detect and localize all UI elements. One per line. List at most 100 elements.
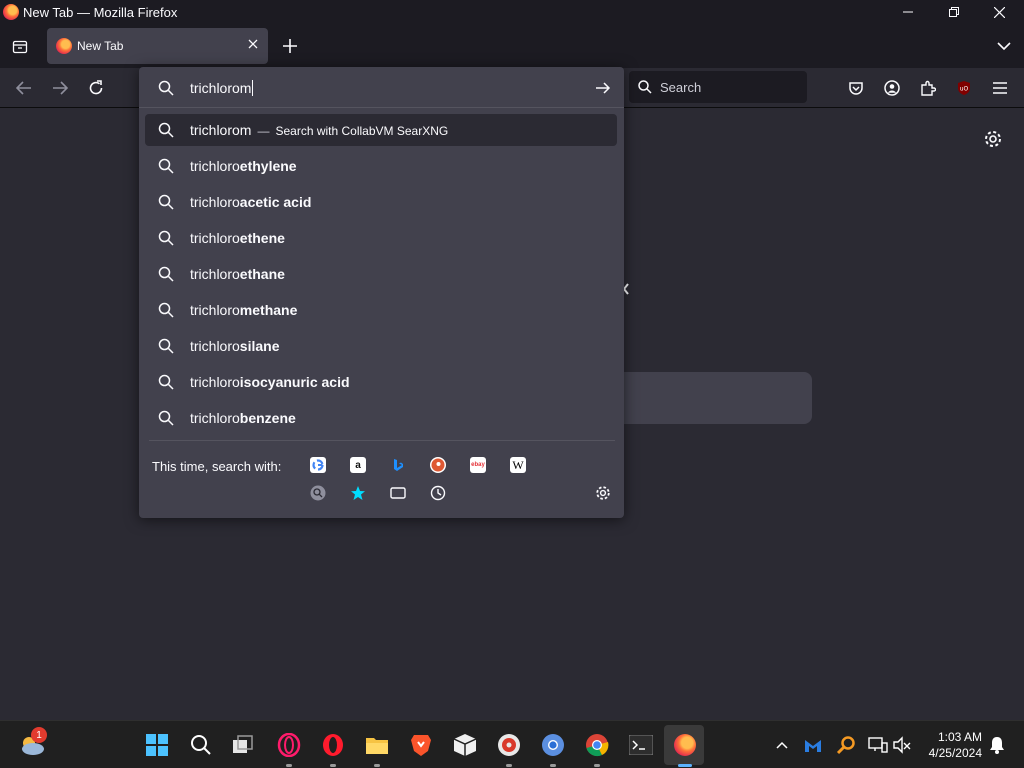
search-icon	[638, 80, 652, 94]
search-icon	[158, 194, 174, 210]
chevron-down-icon	[997, 42, 1011, 51]
close-icon	[993, 6, 1005, 18]
tab-label: New Tab	[77, 39, 124, 53]
opera-gx-icon	[277, 733, 301, 757]
back-button[interactable]	[14, 78, 34, 98]
tabs-icon[interactable]	[390, 485, 406, 501]
bing-icon[interactable]	[390, 457, 406, 473]
suggestion-text: trichloroethane	[190, 266, 285, 282]
searxng-icon[interactable]	[310, 485, 326, 501]
list-all-tabs-button[interactable]	[10, 36, 30, 56]
amazon-icon[interactable]: a	[350, 457, 366, 473]
plus-icon	[283, 39, 297, 53]
speaker-muted-icon	[893, 736, 911, 754]
clock-date: 4/25/2024	[928, 746, 982, 760]
wikipedia-icon[interactable]: W	[510, 457, 526, 473]
heuristic-text: trichlorom	[190, 122, 252, 138]
restore-button[interactable]	[931, 0, 977, 24]
opera-app[interactable]	[321, 733, 345, 757]
task-view-button[interactable]	[231, 733, 255, 757]
minimize-button[interactable]	[885, 0, 931, 24]
running-indicator	[330, 764, 336, 767]
ebay-icon[interactable]: ebay	[470, 457, 486, 473]
search-settings-button[interactable]	[595, 485, 611, 501]
extensions-button[interactable]	[918, 78, 938, 98]
popup-divider	[149, 440, 615, 441]
urlbar-heuristic-result[interactable]: trichlorom — Search with CollabVM SearXNG	[145, 114, 617, 146]
search-suggestion[interactable]: trichloroethylene	[145, 150, 617, 182]
bookmarks-icon[interactable]	[350, 485, 366, 501]
search-tray-icon[interactable]	[834, 733, 858, 757]
search-suggestion[interactable]: trichlorobenzene	[145, 402, 617, 434]
running-indicator	[506, 764, 512, 767]
network-tray-icon[interactable]	[866, 733, 890, 757]
search-icon	[158, 266, 174, 282]
svg-text:uO: uO	[960, 86, 969, 93]
folder-icon	[366, 738, 388, 754]
account-button[interactable]	[882, 78, 902, 98]
opera-gx-app[interactable]	[277, 733, 301, 757]
close-tab-button[interactable]	[248, 36, 258, 52]
search-icon	[158, 230, 174, 246]
new-tab-button[interactable]	[280, 36, 300, 56]
suggestion-prefix: trichloro	[190, 374, 240, 390]
duckduckgo-icon[interactable]	[430, 457, 446, 473]
show-hidden-icons-button[interactable]	[770, 733, 794, 757]
firefox-app[interactable]	[673, 733, 697, 757]
media-player-app[interactable]	[497, 733, 521, 757]
malwarebytes-tray-icon[interactable]	[801, 733, 825, 757]
forward-arrow-icon	[53, 81, 68, 95]
suggestion-prefix: trichloro	[190, 302, 240, 318]
forward-button[interactable]	[50, 78, 70, 98]
suggestion-text: trichloromethane	[190, 302, 297, 318]
terminal-app[interactable]	[629, 733, 653, 757]
window-title: New Tab — Mozilla Firefox	[23, 5, 178, 20]
search-suggestion[interactable]: trichlorosilane	[145, 330, 617, 362]
start-button[interactable]	[145, 733, 169, 757]
urlbar-input[interactable]: trichlorom	[139, 67, 624, 108]
media-player-icon	[498, 734, 520, 756]
search-icon	[158, 410, 174, 426]
active-indicator	[678, 764, 692, 767]
brave-app[interactable]	[409, 733, 433, 757]
search-bar[interactable]: Search	[629, 71, 807, 103]
bell-icon	[990, 737, 1004, 754]
app-menu-button[interactable]	[990, 78, 1010, 98]
close-window-button[interactable]	[976, 0, 1022, 24]
reload-icon	[89, 80, 103, 95]
search-suggestion[interactable]: trichloroacetic acid	[145, 186, 617, 218]
search-suggestion[interactable]: trichloroethane	[145, 258, 617, 290]
chromium-app[interactable]	[541, 733, 565, 757]
pocket-button[interactable]	[846, 78, 866, 98]
history-icon[interactable]	[430, 485, 446, 501]
suggestion-prefix: trichloro	[190, 410, 240, 426]
ublock-origin-button[interactable]: uO	[954, 78, 974, 98]
reload-button[interactable]	[86, 78, 106, 98]
tab-new-tab[interactable]: New Tab	[47, 28, 268, 64]
suggestion-completion: isocyanuric acid	[239, 374, 350, 390]
tab-list-dropdown-button[interactable]	[994, 36, 1014, 56]
clock-time: 1:03 AM	[937, 730, 982, 744]
chrome-app[interactable]	[585, 733, 609, 757]
firefox-logo-icon	[3, 4, 19, 20]
new-tab-settings-button[interactable]	[983, 129, 1003, 149]
search-icon	[158, 338, 174, 354]
search-icon	[158, 302, 174, 318]
weather-badge: 1	[31, 727, 47, 743]
search-suggestion[interactable]: trichloromethane	[145, 294, 617, 326]
system-clock[interactable]: 1:03 AM 4/25/2024	[929, 729, 982, 761]
search-suggestion[interactable]: trichloroethene	[145, 222, 617, 254]
notifications-button[interactable]	[985, 733, 1009, 757]
restore-icon	[949, 7, 959, 17]
package-app[interactable]	[453, 733, 477, 757]
search-suggestion[interactable]: trichloroisocyanuric acid	[145, 366, 617, 398]
google-icon[interactable]	[310, 457, 326, 473]
file-explorer-app[interactable]	[365, 733, 389, 757]
go-arrow-icon[interactable]	[595, 81, 611, 95]
taskbar-search-button[interactable]	[189, 733, 213, 757]
running-indicator	[374, 764, 380, 767]
suggestion-text: trichlorosilane	[190, 338, 280, 354]
opera-icon	[323, 734, 343, 756]
search-icon	[191, 735, 211, 755]
volume-tray-icon[interactable]	[890, 733, 914, 757]
